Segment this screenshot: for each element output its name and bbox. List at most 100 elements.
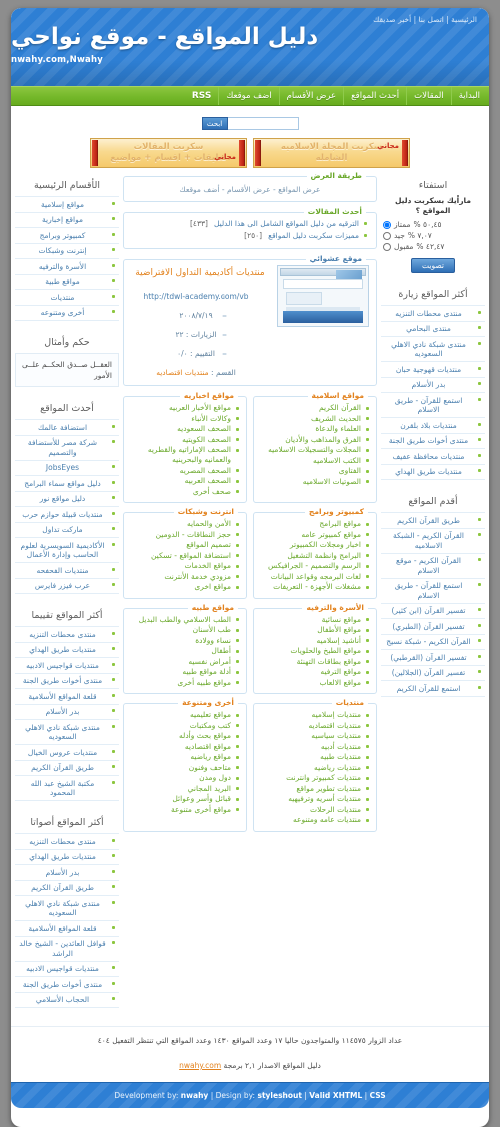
- list-item[interactable]: الحديث الشريف: [260, 414, 370, 425]
- cat0-item-2[interactable]: العلماء والدعاة: [315, 424, 361, 433]
- list-item[interactable]: الطب الاسلامي والطب البديل: [130, 615, 240, 626]
- newest-site-6[interactable]: ماركت تداول: [42, 525, 82, 534]
- cat1-item-0[interactable]: مواقع الأخبار العربيه: [169, 403, 231, 412]
- search-input[interactable]: [226, 117, 299, 130]
- top-voted-4[interactable]: منتدى شبكة نادي الاهلي السعوديه: [25, 899, 100, 918]
- list-item[interactable]: كتب ومكتبات: [130, 721, 240, 732]
- list-item[interactable]: مواقع طبيه أخرى: [130, 678, 240, 689]
- list-item[interactable]: تفسير القرآن (ابن كثير): [381, 602, 485, 619]
- list-item[interactable]: حجز النطاقات - الدومين: [130, 530, 240, 541]
- cat2-item-4[interactable]: الرسم والتصميم - الجرافيكس: [268, 561, 361, 570]
- list-item[interactable]: منتدى أخوات طريق الجنة: [381, 432, 485, 449]
- poll-option-good[interactable]: جيد ٧,٠٧ %: [381, 230, 485, 241]
- most-visited-4[interactable]: بدر الأسلام: [412, 380, 446, 389]
- newest-site-2[interactable]: JobsEyes: [46, 463, 79, 472]
- cat5-item-5[interactable]: أدلة مواقع طبيه: [182, 667, 231, 676]
- list-item[interactable]: الترقيه من دليل المواقع الشامل الى هذا ا…: [131, 218, 369, 230]
- list-item[interactable]: أمراض نفسيه: [130, 657, 240, 668]
- cat5-item-3[interactable]: أطفال: [211, 646, 231, 655]
- list-item[interactable]: المجلات والتسجيلات الاسلاميه: [260, 445, 370, 456]
- list-item[interactable]: منتدى محطات التنزيه: [381, 305, 485, 321]
- list-item[interactable]: مواقع البرامج: [260, 519, 370, 530]
- poll-option-acceptable[interactable]: مقبول ٤٢,٤٧ %: [381, 241, 485, 252]
- cat3-item-0[interactable]: الأمن والحمايه: [187, 519, 231, 528]
- cat0-item-1[interactable]: الحديث الشريف: [311, 414, 361, 423]
- list-item[interactable]: منتديات سياسيه: [260, 731, 370, 742]
- top-rated-7[interactable]: منتديات عروس الخيال: [28, 748, 97, 757]
- list-item[interactable]: تفسير القرآن (الجلالين): [381, 664, 485, 681]
- list-item[interactable]: عرب فيزر فايرس: [15, 577, 119, 594]
- list-item[interactable]: منتديات قهوجية حبان: [381, 361, 485, 377]
- cat3-item-1[interactable]: حجز النطاقات - الدومين: [156, 530, 231, 539]
- cat7-item-1[interactable]: كتب ومكتبات: [190, 721, 231, 730]
- cat4-item-2[interactable]: أناشيد إسلاميه: [317, 636, 361, 645]
- cat-link-family[interactable]: الأسرة والترفيه: [39, 262, 86, 271]
- list-item[interactable]: منتديات تطوير مواقع: [260, 784, 370, 795]
- list-item[interactable]: تصميم المواقع: [130, 540, 240, 551]
- list-item[interactable]: اخبار ومجلات الكمبيوتر: [260, 540, 370, 551]
- cat1-item-4[interactable]: الصحف الإماراتيه والقطريه والعمانيه والب…: [148, 445, 231, 464]
- cat0-item-5[interactable]: الكتب الاسلاميه: [313, 456, 361, 465]
- list-item[interactable]: مواقع الطبخ والحلويات: [260, 646, 370, 657]
- list-item[interactable]: منتديات طريق الهداي: [15, 848, 119, 865]
- meta-url[interactable]: http://tdwl-academy.com/vb: [131, 292, 269, 303]
- list-item[interactable]: منتديات أسريه وترفيهيه: [260, 794, 370, 805]
- cat7-item-4[interactable]: مواقع رياضيه: [190, 752, 231, 761]
- list-item[interactable]: منتديات بلاد بلقرن: [381, 417, 485, 433]
- list-item[interactable]: القرآن الكريم: [260, 403, 370, 414]
- banner-articles-script[interactable]: سكربت المقالات تعليقات + اقسام + مواضيع …: [90, 138, 247, 168]
- top-voted-7[interactable]: منتديات قواجيس الادبيه: [26, 964, 99, 973]
- top-voted-5[interactable]: قلعة المواقع الأسلامية: [28, 924, 96, 933]
- list-item[interactable]: الحجاب الأسلامي: [15, 991, 119, 1008]
- cat3-item-6[interactable]: مواقع اخرى: [194, 582, 231, 591]
- random-site-thumbnail[interactable]: [277, 265, 369, 327]
- top-rated-6[interactable]: منتدى شبكة نادي الاهلي السعوديه: [25, 723, 100, 742]
- list-item[interactable]: قبائل وأسر وعوائل: [130, 794, 240, 805]
- list-item[interactable]: مواقع إسلامية: [15, 196, 119, 212]
- top-voted-8[interactable]: منتدى أخوات طريق الجنة: [23, 980, 102, 989]
- cat2-item-5[interactable]: لغات البرمجه وقواعد البيانات: [271, 572, 361, 581]
- list-item[interactable]: مواقع الخدمات: [130, 561, 240, 572]
- cat7-item-7[interactable]: البريد المجاني: [188, 784, 231, 793]
- cat2-item-2[interactable]: اخبار ومجلات الكمبيوتر: [290, 540, 361, 549]
- list-item[interactable]: مواقع اخرى: [130, 582, 240, 593]
- cat6-item-3[interactable]: منتديات أدبيه: [321, 742, 361, 751]
- cat-link-news[interactable]: مواقع إخبارية: [42, 215, 83, 224]
- nav-item-add-site[interactable]: اضف موقعك: [218, 87, 278, 105]
- list-item[interactable]: استضافة المواقع - تسكين: [130, 551, 240, 562]
- cat1-item-6[interactable]: الصحف العربيه: [185, 476, 231, 485]
- top-rated-5[interactable]: بدر الأسلام: [46, 707, 80, 716]
- list-item[interactable]: منتدى أخوات طريق الجنة: [15, 672, 119, 689]
- search-button[interactable]: ابحث: [201, 117, 228, 130]
- cat5-item-2[interactable]: نساء وولادة: [195, 636, 231, 645]
- list-item[interactable]: تفسير القرآن (الطبري): [381, 618, 485, 634]
- list-item[interactable]: منتديات إسلاميه: [260, 710, 370, 721]
- top-link-tellfriend[interactable]: أخبر صديقك: [373, 15, 411, 24]
- random-site-title[interactable]: منتديات أكاديمية التداول الافتراضية: [131, 265, 269, 284]
- cat6-item-0[interactable]: منتديات إسلاميه: [312, 710, 361, 719]
- top-voted-2[interactable]: بدر الأسلام: [46, 868, 80, 877]
- top-rated-8[interactable]: طريق القرآن الكريم: [31, 763, 94, 772]
- list-item[interactable]: منتدى محطات التنزيه: [15, 626, 119, 642]
- list-item[interactable]: شركة مصر للأستضافة والتصميم: [15, 434, 119, 460]
- list-item[interactable]: منتديات قواجيس الادبيه: [15, 960, 119, 977]
- list-item[interactable]: مواقع إخبارية: [15, 211, 119, 228]
- most-visited-8[interactable]: منتديات محافظة عفيف: [393, 452, 465, 461]
- list-item[interactable]: دليل مواقع سماء البرامج: [15, 475, 119, 491]
- top-rated-9[interactable]: مكتبة الشيخ عبد الله المحمود: [31, 779, 95, 798]
- most-visited-9[interactable]: منتديات طريق الهداي: [395, 467, 462, 476]
- list-item[interactable]: بدر الأسلام: [15, 864, 119, 880]
- cat3-item-4[interactable]: مواقع الخدمات: [185, 561, 231, 570]
- cat4-item-4[interactable]: مواقع بطاقات التهنئة: [297, 657, 361, 666]
- list-item[interactable]: بدر الأسلام: [381, 376, 485, 393]
- cat4-item-3[interactable]: مواقع الطبخ والحلويات: [290, 646, 361, 655]
- list-item[interactable]: تفسير القرآن (القرطبي): [381, 649, 485, 665]
- list-item[interactable]: مواقع الأخبار العربيه: [130, 403, 240, 414]
- list-item[interactable]: القرآن الكريم - شبكة نسيج: [381, 633, 485, 650]
- cat0-item-0[interactable]: القرآن الكريم: [319, 403, 361, 412]
- view-link-sites[interactable]: عرض المواقع: [278, 185, 320, 194]
- list-item[interactable]: بدر الأسلام: [15, 703, 119, 720]
- newest-site-4[interactable]: دليل مواقع نور: [40, 494, 85, 503]
- list-item[interactable]: وكالات الأنباء: [130, 414, 240, 425]
- list-item[interactable]: منتدى شبكة نادي الاهلي السعوديه: [15, 719, 119, 744]
